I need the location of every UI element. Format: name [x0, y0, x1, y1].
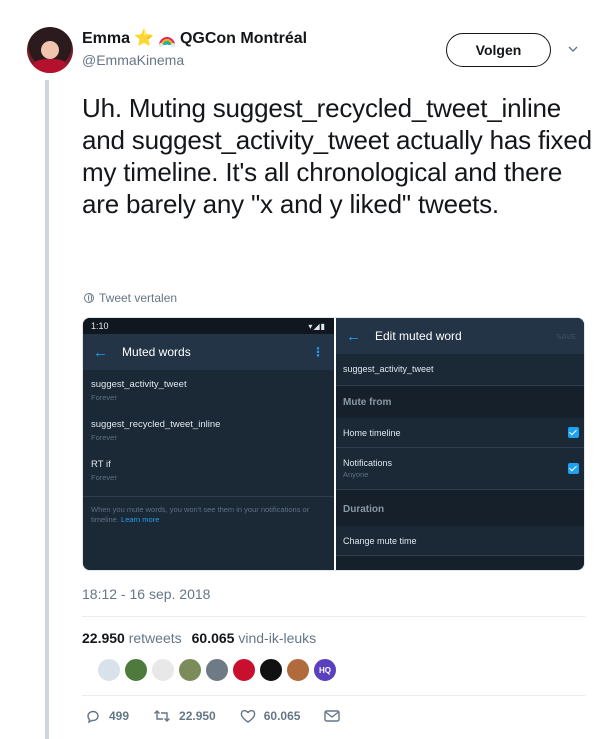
tweet-stats: 22.950 retweets 60.065 vind-ik-leuks	[82, 630, 316, 646]
status-bar: 1:10 ▾◢▮	[83, 318, 334, 334]
retweets-count: 22.950	[82, 630, 125, 646]
retweets-stat[interactable]: 22.950 retweets	[82, 630, 182, 646]
back-arrow-icon: ←	[93, 343, 108, 361]
tweet-timestamp[interactable]: 18:12 - 16 sep. 2018	[82, 586, 210, 602]
like-button[interactable]: 60.065	[240, 708, 301, 724]
reply-icon	[87, 710, 99, 724]
envelope-icon	[324, 710, 341, 722]
liker-avatar[interactable]	[124, 658, 148, 682]
likes-label: vind-ik-leuks	[238, 630, 317, 646]
reply-count: 499	[109, 709, 130, 723]
translate-tweet-link[interactable]: Tweet vertalen	[84, 291, 177, 305]
muted-duration: Forever	[91, 393, 117, 402]
edit-muted-word-title: Edit muted word	[375, 329, 462, 343]
handle[interactable]: @EmmaKinema	[82, 52, 184, 68]
home-timeline-row: Home timeline	[336, 418, 584, 448]
display-name[interactable]: Emma	[82, 30, 130, 48]
retweet-count: 22.950	[179, 709, 216, 723]
liker-avatar[interactable]	[151, 658, 175, 682]
reply-button[interactable]: 499	[85, 708, 129, 724]
change-mute-time-label: Change mute time	[343, 535, 417, 546]
muted-duration: Forever	[91, 473, 117, 482]
notifications-label: Notifications	[343, 458, 393, 468]
muted-word: suggest_activity_tweet	[91, 379, 187, 390]
liker-avatar[interactable]	[232, 658, 256, 682]
mute-from-heading: Mute from	[336, 386, 584, 418]
likes-count: 60.065	[191, 630, 235, 646]
muted-word: RT if	[91, 459, 111, 470]
duration-heading: Duration	[336, 490, 584, 526]
liker-avatars: HQ	[97, 658, 337, 682]
likes-stat[interactable]: 60.065 vind-ik-leuks	[192, 630, 317, 646]
home-timeline-label: Home timeline	[343, 427, 401, 438]
liker-avatar[interactable]	[97, 658, 121, 682]
translate-label: Tweet vertalen	[99, 291, 178, 305]
notifications-row: Notifications Anyone	[336, 448, 584, 490]
muted-duration: Forever	[91, 433, 117, 442]
muted-words-app-bar: ← Muted words ⋮	[83, 334, 334, 370]
list-item: suggest_activity_tweet Forever	[83, 370, 334, 410]
muted-words-note: When you mute words, you won't see them …	[83, 496, 334, 533]
event-name: QGCon Montréal	[179, 30, 308, 47]
overflow-menu-icon: ⋮	[312, 345, 324, 359]
retweet-button[interactable]: 22.950	[153, 708, 216, 724]
muted-words-title: Muted words	[122, 345, 191, 359]
notifications-sub: Anyone	[343, 470, 369, 479]
star-icon: ⭐	[134, 30, 154, 47]
checkbox-checked-icon	[568, 463, 579, 474]
muted-words-screen: 1:10 ▾◢▮ ← Muted words ⋮ suggest_activit…	[83, 318, 334, 570]
follow-button[interactable]: Volgen	[446, 33, 551, 67]
edit-muted-word-screen: ← Edit muted word SAVE suggest_activity_…	[336, 318, 584, 570]
learn-more-link: Learn more	[121, 515, 160, 524]
liker-avatar[interactable]	[205, 658, 229, 682]
change-mute-time-row: Change mute time	[336, 526, 584, 556]
author-name-row[interactable]: Emma ⭐ QGCon Montréal	[82, 30, 307, 48]
tweet-media[interactable]: 1:10 ▾◢▮ ← Muted words ⋮ suggest_activit…	[82, 317, 585, 571]
direct-message-button[interactable]	[324, 709, 341, 723]
status-icons: ▾◢▮	[308, 321, 326, 331]
globe-icon	[84, 293, 94, 303]
heart-icon	[240, 709, 256, 723]
back-arrow-icon: ←	[346, 327, 361, 345]
divider	[82, 616, 585, 617]
divider	[82, 695, 585, 696]
retweets-label: retweets	[128, 630, 182, 646]
liker-avatar[interactable]	[259, 658, 283, 682]
retweet-icon	[154, 710, 171, 722]
rainbow-icon	[158, 37, 175, 47]
muted-word-input: suggest_activity_tweet	[336, 354, 584, 386]
checkbox-checked-icon	[568, 427, 579, 438]
liker-avatar[interactable]	[286, 658, 310, 682]
tweet-actions: 499 22.950 60.065	[85, 708, 364, 724]
tweet-text: Uh. Muting suggest_recycled_tweet_inline…	[82, 93, 592, 219]
list-item: RT if Forever	[83, 450, 334, 490]
avatar[interactable]	[27, 27, 73, 73]
chevron-down-icon[interactable]	[568, 44, 578, 54]
save-label: SAVE	[556, 331, 576, 341]
liker-avatar[interactable]	[178, 658, 202, 682]
thread-line	[45, 80, 49, 739]
muted-word: suggest_recycled_tweet_inline	[91, 419, 221, 430]
liker-avatar-hq[interactable]: HQ	[313, 658, 337, 682]
edit-muted-word-app-bar: ← Edit muted word SAVE	[336, 318, 584, 354]
like-count: 60.065	[263, 709, 301, 723]
list-item: suggest_recycled_tweet_inline Forever	[83, 410, 334, 450]
status-time: 1:10	[91, 321, 109, 331]
